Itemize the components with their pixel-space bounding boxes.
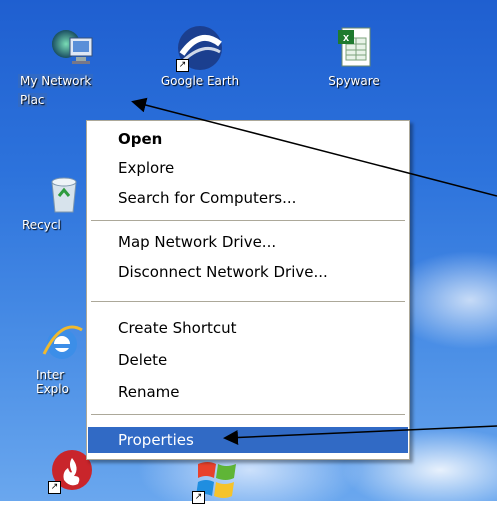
arrow-to-my-network-places bbox=[131, 97, 497, 197]
arrow-to-properties bbox=[223, 425, 497, 445]
annotation-arrows bbox=[131, 97, 497, 445]
desktop-background: My Network Plac ↗ Google Earth x Spyware… bbox=[0, 0, 497, 504]
